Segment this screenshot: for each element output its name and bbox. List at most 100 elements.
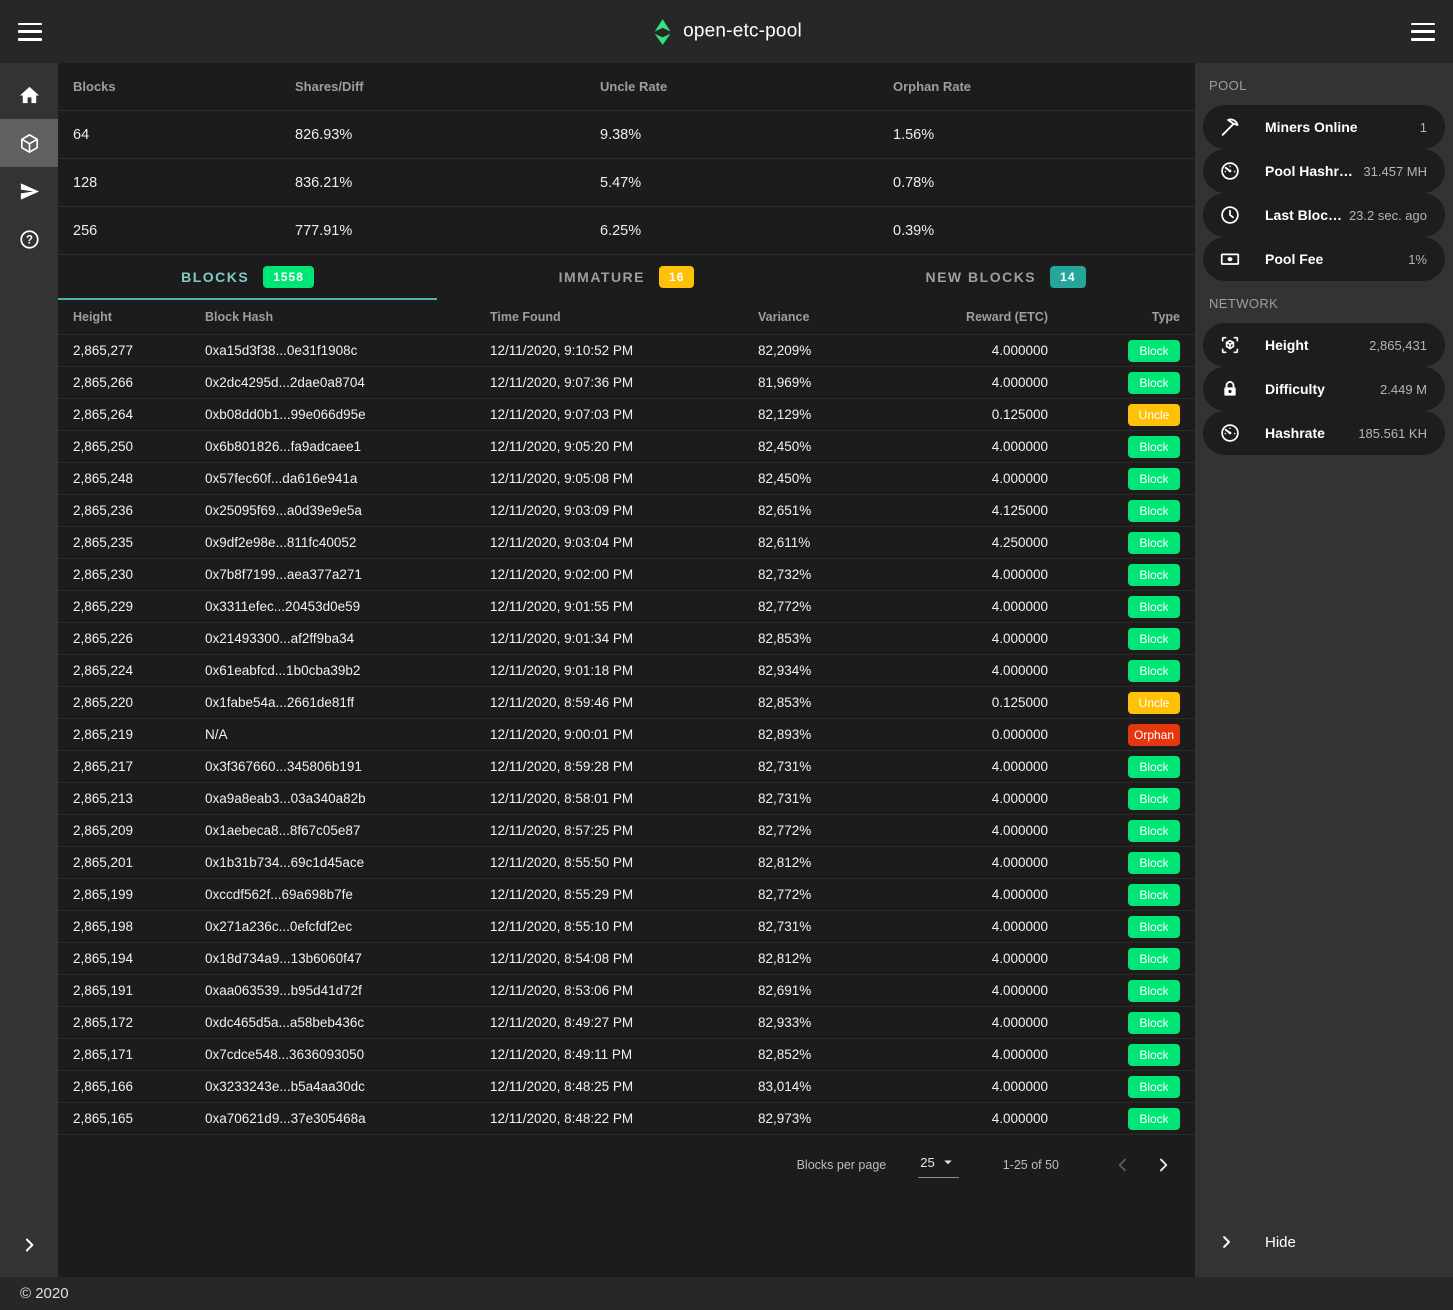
block-time: 12/11/2020, 8:48:25 PM xyxy=(490,1079,758,1094)
footer: © 2020 xyxy=(0,1277,1453,1310)
block-hash: 0x1b31b734...69c1d45ace xyxy=(205,855,490,870)
block-height: 2,865,171 xyxy=(73,1047,205,1062)
block-row[interactable]: 2,865,191 0xaa063539...b95d41d72f 12/11/… xyxy=(58,974,1195,1006)
clock-icon xyxy=(1219,204,1243,226)
sidebar-item-home[interactable] xyxy=(0,71,58,119)
block-row[interactable]: 2,865,219 N/A 12/11/2020, 9:00:01 PM 82,… xyxy=(58,718,1195,750)
sidebar-item-payments[interactable] xyxy=(0,167,58,215)
block-row[interactable]: 2,865,248 0x57fec60f...da616e941a 12/11/… xyxy=(58,462,1195,494)
block-row[interactable]: 2,865,217 0x3f367660...345806b191 12/11/… xyxy=(58,750,1195,782)
block-time: 12/11/2020, 9:05:20 PM xyxy=(490,439,758,454)
pagination-range: 1-25 of 50 xyxy=(1003,1158,1059,1172)
block-row[interactable]: 2,865,235 0x9df2e98e...811fc40052 12/11/… xyxy=(58,526,1195,558)
collapse-nav-chevron-icon[interactable] xyxy=(0,1225,58,1265)
block-row[interactable]: 2,865,194 0x18d734a9...13b6060f47 12/11/… xyxy=(58,942,1195,974)
block-hash: 0x18d734a9...13b6060f47 xyxy=(205,951,490,966)
tab-new-blocks[interactable]: NEW BLOCKS 14 xyxy=(816,255,1195,300)
block-height: 2,865,264 xyxy=(73,407,205,422)
block-time: 12/11/2020, 9:05:08 PM xyxy=(490,471,758,486)
block-row[interactable]: 2,865,266 0x2dc4295d...2dae0a8704 12/11/… xyxy=(58,366,1195,398)
next-page-chevron-icon[interactable] xyxy=(1143,1145,1183,1185)
block-time: 12/11/2020, 9:07:03 PM xyxy=(490,407,758,422)
block-type-badge: Block xyxy=(1128,660,1180,682)
block-hash: 0x25095f69...a0d39e9e5a xyxy=(205,503,490,518)
block-height: 2,865,236 xyxy=(73,503,205,518)
block-row[interactable]: 2,865,229 0x3311efec...20453d0e59 12/11/… xyxy=(58,590,1195,622)
block-time: 12/11/2020, 8:55:29 PM xyxy=(490,887,758,902)
stats-row: 256777.91% 6.25%0.39% xyxy=(58,206,1195,254)
block-reward: 4.000000 xyxy=(938,343,1048,358)
block-row[interactable]: 2,865,201 0x1b31b734...69c1d45ace 12/11/… xyxy=(58,846,1195,878)
block-time: 12/11/2020, 9:07:36 PM xyxy=(490,375,758,390)
block-type-badge: Block xyxy=(1128,1076,1180,1098)
block-row[interactable]: 2,865,199 0xccdf562f...69a698b7fe 12/11/… xyxy=(58,878,1195,910)
block-row[interactable]: 2,865,165 0xa70621d9...37e305468a 12/11/… xyxy=(58,1102,1195,1134)
tab-count-badge: 16 xyxy=(659,266,694,288)
block-variance: 82,772% xyxy=(758,887,938,902)
block-row[interactable]: 2,865,220 0x1fabe54a...2661de81ff 12/11/… xyxy=(58,686,1195,718)
block-hash: 0xa9a8eab3...03a340a82b xyxy=(205,791,490,806)
block-height: 2,865,229 xyxy=(73,599,205,614)
col-header-variance: Variance xyxy=(758,310,938,324)
block-row[interactable]: 2,865,264 0xb08dd0b1...99e066d95e 12/11/… xyxy=(58,398,1195,430)
block-variance: 82,611% xyxy=(758,535,938,550)
block-reward: 4.000000 xyxy=(938,1047,1048,1062)
block-row[interactable]: 2,865,171 0x7cdce548...3636093050 12/11/… xyxy=(58,1038,1195,1070)
block-hash: 0x271a236c...0efcfdf2ec xyxy=(205,919,490,934)
block-reward: 4.000000 xyxy=(938,663,1048,678)
block-row[interactable]: 2,865,230 0x7b8f7199...aea377a271 12/11/… xyxy=(58,558,1195,590)
block-row[interactable]: 2,865,209 0x1aebeca8...8f67c05e87 12/11/… xyxy=(58,814,1195,846)
block-hash: 0x3311efec...20453d0e59 xyxy=(205,599,490,614)
block-reward: 4.000000 xyxy=(938,919,1048,934)
right-menu-icon[interactable] xyxy=(1411,23,1435,41)
block-reward: 4.000000 xyxy=(938,855,1048,870)
block-variance: 82,651% xyxy=(758,503,938,518)
copyright-text: © 2020 xyxy=(20,1285,69,1302)
block-reward: 4.000000 xyxy=(938,759,1048,774)
block-row[interactable]: 2,865,236 0x25095f69...a0d39e9e5a 12/11/… xyxy=(58,494,1195,526)
block-variance: 81,969% xyxy=(758,375,938,390)
block-row[interactable]: 2,865,198 0x271a236c...0efcfdf2ec 12/11/… xyxy=(58,910,1195,942)
block-row[interactable]: 2,865,277 0xa15d3f38...0e31f1908c 12/11/… xyxy=(58,334,1195,366)
block-row[interactable]: 2,865,226 0x21493300...af2ff9ba34 12/11/… xyxy=(58,622,1195,654)
sidebar-item-help[interactable]: ? xyxy=(0,215,58,263)
block-row[interactable]: 2,865,166 0x3233243e...b5a4aa30dc 12/11/… xyxy=(58,1070,1195,1102)
block-time: 12/11/2020, 8:59:28 PM xyxy=(490,759,758,774)
block-row[interactable]: 2,865,250 0x6b801826...fa9adcaee1 12/11/… xyxy=(58,430,1195,462)
block-time: 12/11/2020, 8:53:06 PM xyxy=(490,983,758,998)
pagination-bar: Blocks per page 25 1-25 of 50 xyxy=(58,1134,1195,1194)
tab-immature[interactable]: IMMATURE 16 xyxy=(437,255,816,300)
block-hash: 0x57fec60f...da616e941a xyxy=(205,471,490,486)
hide-sidebar-button[interactable]: Hide xyxy=(1195,1220,1453,1264)
sidebar-item-blocks[interactable] xyxy=(0,119,58,167)
per-page-select[interactable]: 25 xyxy=(918,1151,958,1178)
tab-blocks[interactable]: BLOCKS 1558 xyxy=(58,255,437,300)
block-reward: 4.000000 xyxy=(938,983,1048,998)
block-height: 2,865,201 xyxy=(73,855,205,870)
block-time: 12/11/2020, 9:02:00 PM xyxy=(490,567,758,582)
block-reward: 4.000000 xyxy=(938,823,1048,838)
stats-sidebar: POOL Miners Online 1 Pool Hashrate 31.45… xyxy=(1195,63,1453,1277)
app-root: open-etc-pool ? Blocks Shares/Diff Uncle… xyxy=(0,0,1453,1310)
prev-page-chevron-icon[interactable] xyxy=(1103,1145,1143,1185)
main-content: Blocks Shares/Diff Uncle Rate Orphan Rat… xyxy=(58,63,1195,1277)
block-variance: 82,731% xyxy=(758,759,938,774)
send-icon xyxy=(18,180,41,203)
home-icon xyxy=(18,84,41,107)
block-time: 12/11/2020, 9:01:18 PM xyxy=(490,663,758,678)
block-row[interactable]: 2,865,213 0xa9a8eab3...03a340a82b 12/11/… xyxy=(58,782,1195,814)
block-height: 2,865,220 xyxy=(73,695,205,710)
menu-icon[interactable] xyxy=(18,23,42,41)
col-header-hash: Block Hash xyxy=(205,310,490,324)
block-height: 2,865,166 xyxy=(73,1079,205,1094)
stat-pill-height: Height 2,865,431 xyxy=(1203,323,1445,367)
block-hash: 0xb08dd0b1...99e066d95e xyxy=(205,407,490,422)
block-reward: 4.000000 xyxy=(938,471,1048,486)
block-height: 2,865,217 xyxy=(73,759,205,774)
block-variance: 82,772% xyxy=(758,599,938,614)
block-row[interactable]: 2,865,172 0xdc465d5a...a58beb436c 12/11/… xyxy=(58,1006,1195,1038)
block-height: 2,865,209 xyxy=(73,823,205,838)
block-variance: 82,812% xyxy=(758,855,938,870)
hide-label: Hide xyxy=(1265,1234,1296,1251)
block-row[interactable]: 2,865,224 0x61eabfcd...1b0cba39b2 12/11/… xyxy=(58,654,1195,686)
